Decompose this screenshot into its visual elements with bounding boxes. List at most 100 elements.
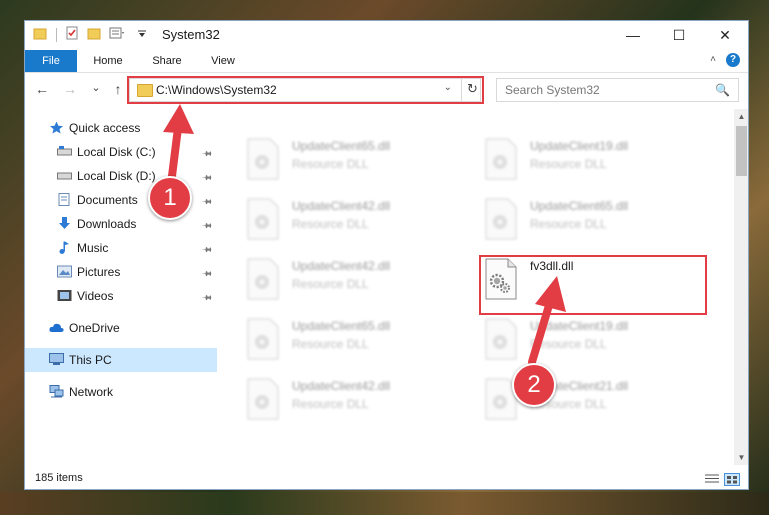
scrollbar-thumb[interactable] xyxy=(736,126,747,176)
sidebar-item-label: Pictures xyxy=(77,265,121,279)
scroll-up-icon[interactable]: ▲ xyxy=(734,109,748,124)
dll-file-icon xyxy=(485,138,517,180)
sidebar-item-label: Downloads xyxy=(77,217,137,231)
file-name: UpdateClient65.dll xyxy=(530,199,629,213)
search-placeholder: Search System32 xyxy=(505,83,600,97)
title-bar: System32 — ☐ ✕ xyxy=(25,21,748,49)
sidebar-item-onedrive[interactable]: OneDrive xyxy=(25,316,217,340)
file-type: Resource DLL xyxy=(292,217,369,231)
file-name: UpdateClient42.dll xyxy=(292,379,391,393)
item-count: 185 items xyxy=(35,472,83,484)
status-bar: 185 items xyxy=(25,466,748,489)
file-name: UpdateClient19.dll xyxy=(530,139,629,153)
pin-icon[interactable]: 🖈 xyxy=(199,289,216,306)
sidebar-item-pictures[interactable]: Pictures 🖈 xyxy=(25,260,217,284)
customize-toolbar-icon[interactable] xyxy=(109,26,125,40)
back-button[interactable]: ← xyxy=(33,81,51,97)
documents-icon xyxy=(58,193,70,206)
step-1-badge: 1 xyxy=(148,176,192,220)
pin-icon[interactable]: 🖈 xyxy=(199,217,216,234)
step-2-badge: 2 xyxy=(512,363,556,407)
maximize-button[interactable]: ☐ xyxy=(656,21,702,49)
ribbon-tabs: File Home Share View ˄ ? xyxy=(25,50,748,73)
desktop-background xyxy=(0,492,769,515)
sidebar-item-label: Local Disk (D:) xyxy=(77,169,156,183)
forward-button[interactable]: → xyxy=(61,81,79,97)
new-folder-icon[interactable] xyxy=(87,26,101,40)
pin-icon[interactable]: 🖈 xyxy=(199,241,216,258)
sidebar-item-quick-access[interactable]: Quick access xyxy=(25,116,217,140)
sidebar-item-downloads[interactable]: Downloads 🖈 xyxy=(25,212,217,236)
large-icons-view-icon[interactable] xyxy=(724,473,740,486)
help-icon[interactable]: ? xyxy=(726,53,740,67)
sidebar-item-label: Local Disk (C:) xyxy=(77,145,156,159)
drive-icon xyxy=(57,172,72,180)
dll-file-icon xyxy=(485,318,517,360)
sidebar-item-local-disk-c[interactable]: Local Disk (C:) 🖈 xyxy=(25,140,217,164)
tab-view[interactable]: View xyxy=(197,50,249,72)
videos-icon xyxy=(57,290,72,301)
file-highlight-box xyxy=(479,255,707,315)
sidebar-item-label: Music xyxy=(77,241,109,255)
tab-home[interactable]: Home xyxy=(82,50,134,72)
dll-file-icon xyxy=(247,318,279,360)
sidebar-item-music[interactable]: Music 🖈 xyxy=(25,236,217,260)
sidebar-item-label: Documents xyxy=(77,193,138,207)
file-item[interactable]: UpdateClient65.dll Resource DLL xyxy=(220,134,440,186)
details-view-icon[interactable] xyxy=(705,473,719,484)
sidebar-item-network[interactable]: Network xyxy=(25,380,217,404)
tab-share[interactable]: Share xyxy=(141,50,193,72)
file-type: Resource DLL xyxy=(292,157,369,171)
file-item[interactable]: UpdateClient65.dll Resource DLL xyxy=(220,314,440,366)
pictures-icon xyxy=(57,265,72,278)
dll-file-icon xyxy=(485,198,517,240)
search-icon: 🔍 xyxy=(715,83,730,97)
folder-icon xyxy=(33,28,47,40)
pin-icon[interactable]: 🖈 xyxy=(199,145,216,162)
sidebar-item-label: Quick access xyxy=(69,121,141,135)
file-name: UpdateClient19.dll xyxy=(530,319,629,333)
dll-file-icon xyxy=(247,378,279,420)
file-type: Resource DLL xyxy=(292,397,369,411)
file-explorer-window: System32 — ☐ ✕ File Home Share View ˄ ? … xyxy=(24,20,749,490)
file-item[interactable]: UpdateClient19.dll Resource DLL xyxy=(458,314,678,366)
file-type: Resource DLL xyxy=(530,217,607,231)
file-item[interactable]: UpdateClient42.dll Resource DLL xyxy=(220,254,440,306)
scroll-down-icon[interactable]: ▼ xyxy=(734,450,748,465)
file-item[interactable]: UpdateClient19.dll Resource DLL xyxy=(458,134,678,186)
pin-icon[interactable]: 🖈 xyxy=(199,265,216,282)
window-title: System32 xyxy=(162,27,220,42)
file-item[interactable]: UpdateClient42.dll Resource DLL xyxy=(220,374,440,426)
file-type: Resource DLL xyxy=(292,337,369,351)
vertical-scrollbar[interactable]: ▲ ▼ xyxy=(734,109,748,465)
file-type: Resource DLL xyxy=(530,157,607,171)
navigation-bar: ← → ⌄ ↑ C:\Windows\System32 ⌄ ↻ Search S… xyxy=(25,73,748,107)
sidebar-item-label: This PC xyxy=(69,353,112,367)
file-item[interactable]: UpdateClient21.dll Resource DLL xyxy=(458,374,678,426)
properties-icon[interactable] xyxy=(65,26,79,40)
network-icon xyxy=(49,385,64,398)
quick-access-dropdown-icon[interactable] xyxy=(137,30,147,38)
search-input[interactable]: Search System32 🔍 xyxy=(496,78,739,102)
title-separator xyxy=(56,28,57,42)
minimize-button[interactable]: — xyxy=(610,21,656,49)
sidebar-item-videos[interactable]: Videos 🖈 xyxy=(25,284,217,308)
recent-locations-icon[interactable]: ⌄ xyxy=(87,81,105,94)
music-icon xyxy=(59,241,69,254)
file-item[interactable]: UpdateClient65.dll Resource DLL xyxy=(458,194,678,246)
pin-icon[interactable]: 🖈 xyxy=(199,193,216,210)
close-button[interactable]: ✕ xyxy=(702,21,748,49)
file-list: UpdateClient65.dll Resource DLL UpdateCl… xyxy=(220,109,735,464)
file-item[interactable]: UpdateClient42.dll Resource DLL xyxy=(220,194,440,246)
star-icon xyxy=(50,121,63,134)
up-button[interactable]: ↑ xyxy=(109,81,127,97)
collapse-ribbon-icon[interactable]: ˄ xyxy=(710,54,716,65)
dll-file-icon xyxy=(247,138,279,180)
sidebar-item-this-pc[interactable]: This PC xyxy=(25,348,217,372)
file-name: UpdateClient42.dll xyxy=(292,259,391,273)
sidebar-item-local-disk-d[interactable]: Local Disk (D:) 🖈 xyxy=(25,164,217,188)
cloud-icon xyxy=(49,323,64,332)
tab-file[interactable]: File xyxy=(25,50,77,72)
file-name: UpdateClient65.dll xyxy=(292,319,391,333)
pin-icon[interactable]: 🖈 xyxy=(199,169,216,186)
